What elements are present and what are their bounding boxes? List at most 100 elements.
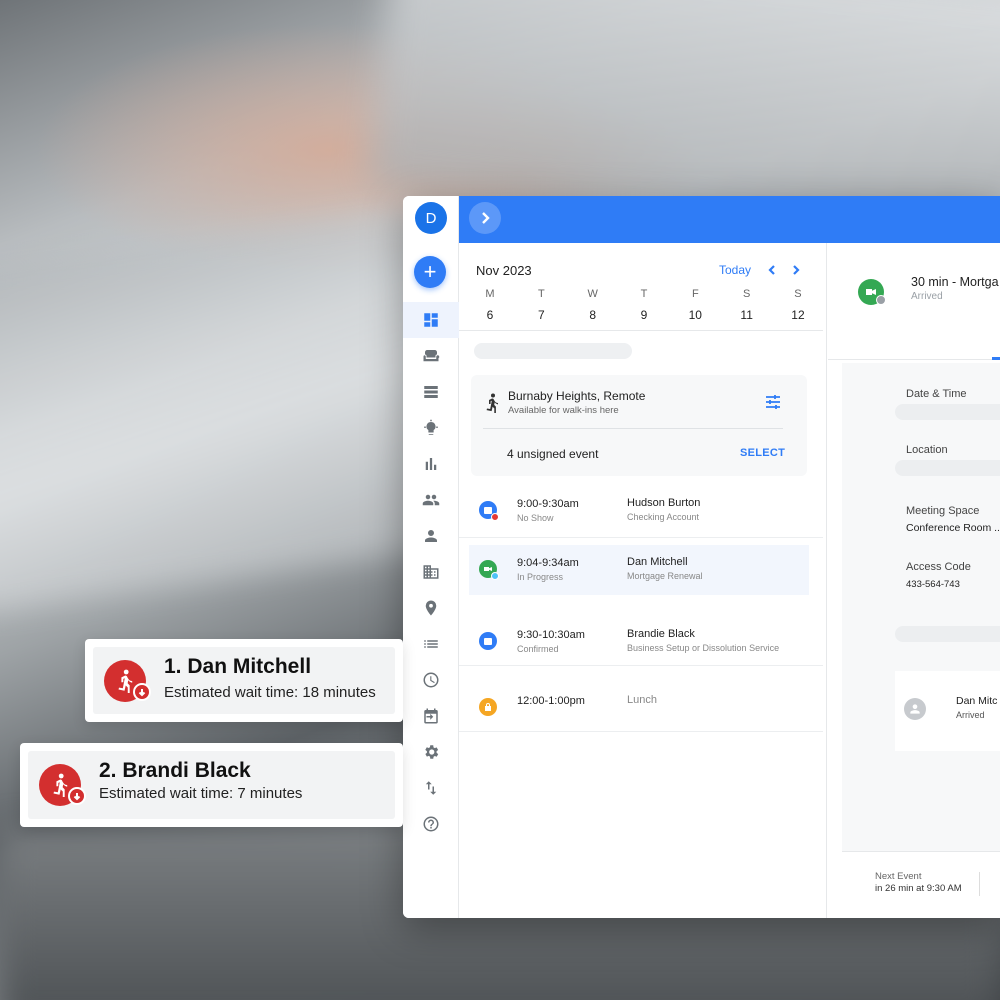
access-code-value: 433-564-743 bbox=[906, 579, 960, 590]
building-icon bbox=[423, 565, 439, 579]
event-type-icon bbox=[479, 632, 497, 650]
event-status: In Progress bbox=[517, 572, 564, 582]
people-icon bbox=[422, 494, 440, 506]
next-week-button[interactable] bbox=[790, 263, 804, 277]
nav-insights[interactable] bbox=[403, 410, 459, 446]
status-dot bbox=[491, 513, 499, 521]
day-of-week: M bbox=[485, 288, 495, 300]
calendar-view-icon bbox=[424, 386, 438, 398]
event-row[interactable]: 12:00-1:00pm Lunch bbox=[469, 683, 809, 733]
day-of-week: W bbox=[587, 288, 598, 300]
nav-help[interactable] bbox=[403, 806, 459, 842]
nav-locations[interactable] bbox=[403, 590, 459, 626]
location-name: Burnaby Heights, Remote bbox=[508, 389, 646, 403]
day-cell[interactable]: S 12 bbox=[783, 288, 813, 322]
wait-customer-name: 2. Brandi Black bbox=[99, 759, 251, 782]
day-number: 12 bbox=[791, 308, 805, 322]
nav-profile[interactable] bbox=[403, 518, 459, 554]
event-service: Business Setup or Dissolution Service bbox=[627, 643, 780, 653]
day-of-week: F bbox=[691, 288, 699, 300]
nav-lobby[interactable] bbox=[403, 338, 459, 374]
meeting-space-value: Conference Room ... bbox=[906, 522, 1000, 534]
nav-calendar-view[interactable] bbox=[403, 374, 459, 410]
nav-settings[interactable] bbox=[403, 734, 459, 770]
day-cell[interactable]: F 10 bbox=[680, 288, 710, 322]
divider bbox=[483, 428, 783, 429]
event-time: 9:30-10:30am bbox=[517, 629, 585, 641]
day-of-week: S bbox=[794, 288, 802, 300]
bar-chart-icon bbox=[425, 458, 437, 470]
detail-header: 30 min - Mortga Arrived bbox=[828, 243, 1000, 360]
calendar-month: Nov 2023 bbox=[476, 263, 532, 278]
next-event-value: in 26 min at 9:30 AM bbox=[875, 883, 962, 894]
dashboard-icon bbox=[424, 313, 438, 327]
day-cell[interactable]: S 11 bbox=[732, 288, 762, 322]
filter-button[interactable] bbox=[764, 393, 782, 411]
event-status: Confirmed bbox=[517, 644, 559, 654]
day-number: 7 bbox=[537, 308, 545, 322]
day-number: 9 bbox=[640, 308, 648, 322]
attendee-card[interactable]: Dan Mitc Arrived bbox=[895, 671, 1000, 751]
wait-card[interactable]: 1. Dan Mitchell Estimated wait time: 18 … bbox=[85, 639, 403, 722]
nav-list[interactable] bbox=[403, 626, 459, 662]
location-subtitle: Available for walk-ins here bbox=[508, 405, 619, 416]
help-icon bbox=[423, 816, 439, 832]
arrow-down-icon bbox=[133, 683, 151, 701]
avatar[interactable]: D bbox=[415, 202, 447, 234]
access-code-label: Access Code bbox=[906, 561, 971, 573]
walk-in-icon bbox=[484, 393, 500, 413]
loading-placeholder bbox=[895, 460, 1000, 476]
event-customer: Hudson Burton bbox=[627, 497, 701, 509]
loading-placeholder bbox=[895, 404, 1000, 420]
day-number: 10 bbox=[688, 308, 702, 322]
today-button[interactable]: Today bbox=[719, 263, 751, 277]
event-row[interactable]: 9:30-10:30am Confirmed Brandie Black Bus… bbox=[469, 617, 809, 667]
nav-history[interactable] bbox=[403, 662, 459, 698]
day-cell[interactable]: M6 bbox=[475, 288, 505, 322]
lightbulb-icon bbox=[424, 419, 438, 435]
app-window: D + Nov 2023 Today M 6 T 7 W 8 T 9 F 10 … bbox=[403, 196, 1000, 918]
status-dot bbox=[491, 572, 499, 580]
event-status: No Show bbox=[517, 513, 554, 523]
list-icon bbox=[424, 640, 438, 648]
nav-transfer[interactable] bbox=[403, 770, 459, 806]
divider bbox=[459, 665, 823, 666]
event-row[interactable]: 9:00-9:30am No Show Hudson Burton Checki… bbox=[469, 486, 809, 536]
detail-status: Arrived bbox=[911, 291, 943, 302]
event-time: 9:00-9:30am bbox=[517, 498, 579, 510]
sofa-icon bbox=[423, 350, 440, 362]
loading-placeholder bbox=[895, 626, 1000, 642]
wait-card[interactable]: 2. Brandi Black Estimated wait time: 7 m… bbox=[20, 743, 403, 827]
chevron-right-icon bbox=[482, 212, 490, 224]
day-cell[interactable]: W8 bbox=[578, 288, 608, 322]
unsigned-event-count: 4 unsigned event bbox=[507, 447, 599, 461]
day-cell[interactable]: T7 bbox=[526, 288, 556, 322]
tab-indicator bbox=[992, 357, 1000, 360]
divider bbox=[459, 537, 823, 538]
loading-placeholder bbox=[474, 343, 632, 359]
nav-dashboard[interactable] bbox=[403, 302, 459, 338]
week-strip: M6 T7 W8 T9 F 10 S 11 S 12 bbox=[475, 288, 813, 322]
prev-week-button[interactable] bbox=[766, 263, 780, 277]
event-label: Lunch bbox=[627, 694, 657, 706]
divider bbox=[979, 872, 980, 896]
expand-button[interactable] bbox=[469, 202, 501, 234]
sliders-icon bbox=[766, 395, 780, 409]
event-row[interactable]: 9:04-9:34am In Progress Dan Mitchell Mor… bbox=[469, 545, 809, 595]
nav-reports[interactable] bbox=[403, 446, 459, 482]
nav-branches[interactable] bbox=[403, 554, 459, 590]
wait-estimate: Estimated wait time: 18 minutes bbox=[164, 684, 376, 701]
event-service: Checking Account bbox=[627, 512, 700, 522]
wait-estimate: Estimated wait time: 7 minutes bbox=[99, 785, 303, 802]
nav-import[interactable] bbox=[403, 698, 459, 734]
day-cell[interactable]: T9 bbox=[629, 288, 659, 322]
event-time: 12:00-1:00pm bbox=[517, 695, 585, 707]
select-button[interactable]: SELECT bbox=[740, 447, 785, 459]
gear-icon bbox=[425, 745, 439, 759]
add-button[interactable]: + bbox=[414, 256, 446, 288]
attendee-name: Dan Mitc bbox=[956, 695, 998, 707]
nav-rail: D + bbox=[403, 196, 459, 918]
divider bbox=[459, 330, 823, 331]
chevron-right-icon bbox=[793, 265, 800, 275]
nav-teams[interactable] bbox=[403, 482, 459, 518]
